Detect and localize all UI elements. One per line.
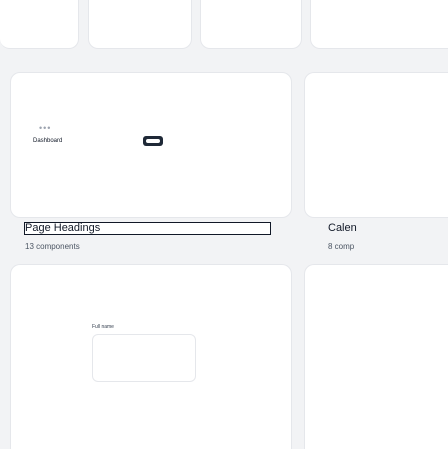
category-count-calendar: 8 comp (328, 242, 355, 251)
calendar-preview-card[interactable] (304, 72, 448, 218)
category-title-calendar[interactable]: Calen (328, 222, 448, 234)
preview-card-top-2[interactable] (88, 0, 192, 49)
category-title-page-headings[interactable]: Page Headings (25, 221, 100, 236)
dashboard-label: Dashboard (33, 138, 63, 144)
preview-card-top-3[interactable] (200, 0, 302, 49)
preview-card-top-1[interactable] (0, 0, 79, 49)
category-count-page-headings: 13 components (25, 242, 80, 251)
ellipsis-icon: ••• (39, 123, 52, 133)
second-preview-card[interactable] (304, 264, 448, 449)
toggle-icon (143, 136, 163, 146)
preview-card-top-4[interactable] (310, 0, 448, 49)
full-name-field[interactable] (92, 334, 196, 382)
full-name-label: Full name (92, 324, 114, 330)
